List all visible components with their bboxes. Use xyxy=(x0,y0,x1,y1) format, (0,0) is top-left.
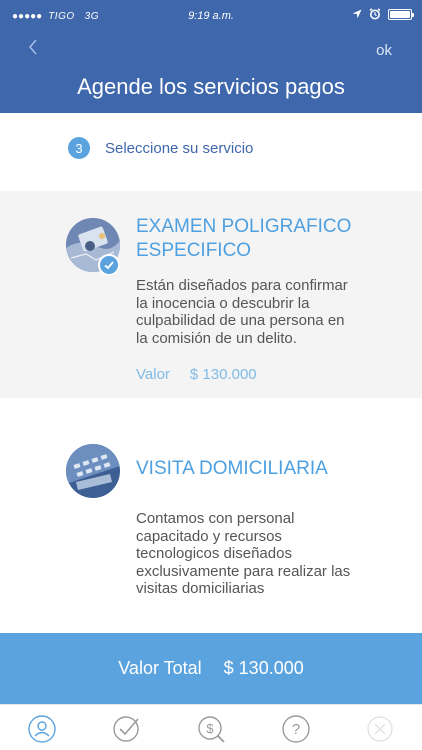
step-label: Seleccione su servicio xyxy=(105,139,254,157)
total-label: Valor Total xyxy=(118,658,202,678)
tab-profile[interactable] xyxy=(27,714,57,744)
tab-services[interactable] xyxy=(111,714,141,744)
service-title: VISITA DOMICILIARIA xyxy=(136,458,328,479)
description-line: tecnologicos diseñados xyxy=(136,545,292,562)
step-indicator: 3 Seleccione su servicio xyxy=(68,136,253,160)
service-image-calculator xyxy=(66,444,120,498)
service-title-line: ESPECIFICO xyxy=(136,240,252,261)
close-icon xyxy=(367,716,393,742)
header: ●●●●● TIGO 3G 9:19 a.m. ok Agende los serv… xyxy=(0,0,422,113)
service-title-line: EXAMEN POLIGRAFICO xyxy=(136,216,352,237)
service-title: EXAMEN POLIGRAFICO ESPECIFICO xyxy=(136,215,396,263)
description-line: exclusivamente para realizar las xyxy=(136,562,351,580)
alarm-clock-icon xyxy=(369,8,381,20)
status-bar: ●●●●● TIGO 3G 9:19 a.m. xyxy=(0,0,422,32)
back-button[interactable] xyxy=(22,36,46,60)
total-button[interactable]: Valor Total $ 130.000 xyxy=(0,633,422,704)
price-label: Valor xyxy=(136,366,170,383)
total-amount: $ 130.000 xyxy=(223,658,304,678)
service-card-examen-poligrafico[interactable]: EXAMEN POLIGRAFICO ESPECIFICO Están dise… xyxy=(0,191,422,398)
description-line: visitas domiciliarias xyxy=(136,580,265,597)
description-line: la inocencia o descubrir la xyxy=(136,294,310,312)
service-card-visita-domiciliaria[interactable]: VISITA DOMICILIARIA Contamos con persona… xyxy=(0,420,422,630)
tab-bar: $ ? xyxy=(0,704,422,750)
help-icon: ? xyxy=(282,715,310,743)
user-icon xyxy=(28,715,56,743)
ok-button[interactable]: ok xyxy=(376,42,392,59)
location-arrow-icon xyxy=(352,9,362,19)
checkmark-icon xyxy=(113,716,139,742)
status-icons xyxy=(352,8,414,20)
description-line: Contamos con personal xyxy=(136,510,295,527)
tab-payments[interactable]: $ xyxy=(196,714,226,744)
service-description: Contamos con personal capacitado y recur… xyxy=(136,510,386,598)
tab-help[interactable]: ? xyxy=(281,714,311,744)
page-title: Agende los servicios pagos xyxy=(77,74,345,99)
service-price: Valor $ 130.000 xyxy=(136,366,257,383)
battery-icon xyxy=(388,8,414,20)
description-line: Están diseñados para confirmar xyxy=(136,277,348,294)
description-line: culpabilidad de una persona en xyxy=(136,312,345,329)
svg-text:$: $ xyxy=(206,721,214,736)
price-value: $ 130.000 xyxy=(189,366,257,383)
description-line: capacitado y recursos xyxy=(136,527,282,545)
money-search-icon: $ xyxy=(198,716,225,743)
svg-text:?: ? xyxy=(292,721,300,738)
service-description: Están diseñados para confirmar la inocen… xyxy=(136,277,376,347)
selected-check-badge xyxy=(98,254,120,276)
description-line: la comisión de un delito. xyxy=(136,329,297,347)
chevron-left-icon xyxy=(28,39,37,55)
step-number-badge: 3 xyxy=(68,137,90,159)
tab-close[interactable] xyxy=(365,714,395,744)
checkmark-icon xyxy=(104,261,114,270)
